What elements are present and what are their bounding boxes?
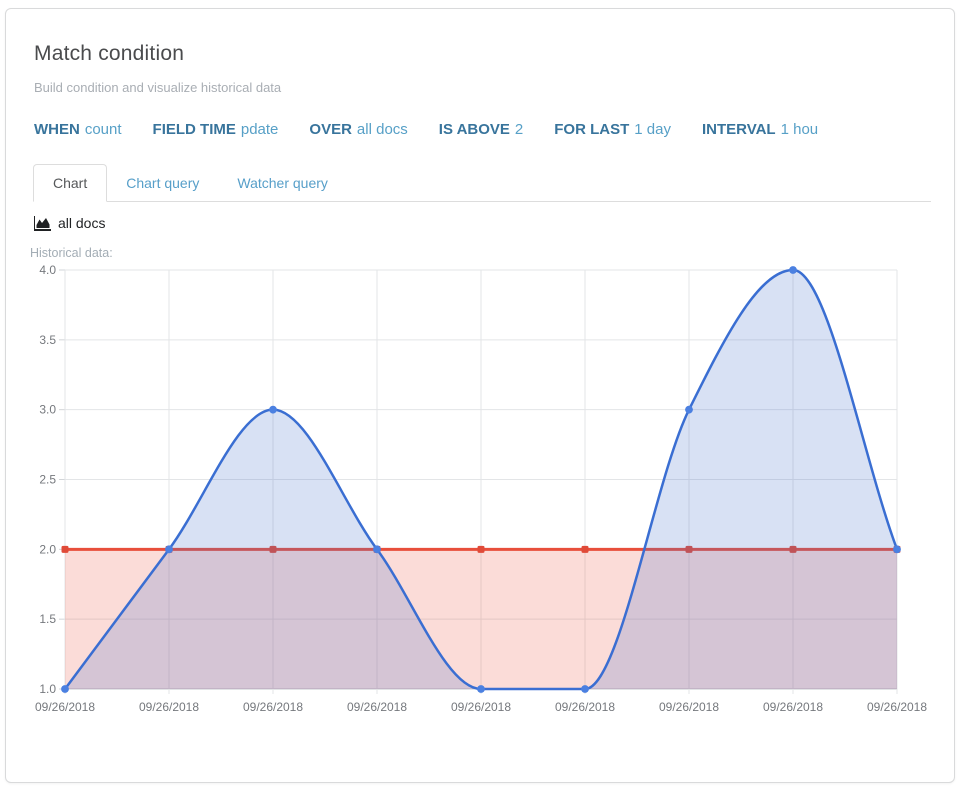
legend-label: all docs [58, 215, 105, 231]
svg-text:09/26/2018: 09/26/2018 [347, 700, 407, 714]
svg-text:09/26/2018: 09/26/2018 [555, 700, 615, 714]
condition-label: INTERVAL [702, 121, 776, 138]
historical-data-chart: 4.0 3.5 3.0 2.5 2.0 1.5 1.0 09/26/2018 09/26/201… [0, 258, 964, 733]
svg-text:09/26/2018: 09/26/2018 [659, 700, 719, 714]
svg-text:09/26/2018: 09/26/2018 [451, 700, 511, 714]
condition-label: FIELD TIME [153, 121, 236, 138]
svg-text:09/26/2018: 09/26/2018 [35, 700, 95, 714]
svg-text:2.5: 2.5 [39, 473, 56, 487]
condition-item-over[interactable]: OVER all docs [309, 121, 407, 138]
series-legend: all docs [34, 215, 105, 231]
condition-item-is-above[interactable]: IS ABOVE 2 [439, 121, 523, 138]
svg-text:09/26/2018: 09/26/2018 [867, 700, 927, 714]
condition-label: FOR LAST [554, 121, 629, 138]
page: Match condition Build condition and visu… [0, 0, 964, 793]
svg-text:1.5: 1.5 [39, 612, 56, 626]
tab-bar: Chart Chart query Watcher query [33, 164, 931, 202]
svg-text:2.0: 2.0 [39, 542, 56, 556]
svg-text:3.0: 3.0 [39, 403, 56, 417]
condition-builder-bar: WHEN count FIELD TIME pdate OVER all docs I… [34, 121, 818, 138]
condition-item-when[interactable]: WHEN count [34, 121, 122, 138]
condition-value[interactable]: pdate [241, 121, 279, 138]
condition-value[interactable]: count [85, 121, 122, 138]
svg-text:4.0: 4.0 [39, 263, 56, 277]
svg-text:3.5: 3.5 [39, 333, 56, 347]
condition-item-field-time[interactable]: FIELD TIME pdate [153, 121, 279, 138]
condition-value[interactable]: all docs [357, 121, 408, 138]
condition-item-interval[interactable]: INTERVAL 1 hou [702, 121, 818, 138]
condition-value[interactable]: 2 [515, 121, 523, 138]
tab-chart-query[interactable]: Chart query [107, 164, 218, 201]
svg-text:1.0: 1.0 [39, 682, 56, 696]
tab-chart[interactable]: Chart [33, 164, 107, 202]
page-subtitle: Build condition and visualize historical… [34, 80, 281, 95]
condition-value[interactable]: 1 hou [781, 121, 819, 138]
condition-item-for-last[interactable]: FOR LAST 1 day [554, 121, 671, 138]
condition-label: OVER [309, 121, 352, 138]
area-chart-icon [34, 216, 51, 231]
condition-label: WHEN [34, 121, 80, 138]
page-title: Match condition [34, 42, 184, 66]
tab-watcher-query[interactable]: Watcher query [218, 164, 347, 201]
svg-text:09/26/2018: 09/26/2018 [763, 700, 823, 714]
condition-label: IS ABOVE [439, 121, 510, 138]
svg-text:09/26/2018: 09/26/2018 [139, 700, 199, 714]
svg-text:09/26/2018: 09/26/2018 [243, 700, 303, 714]
condition-value[interactable]: 1 day [634, 121, 671, 138]
